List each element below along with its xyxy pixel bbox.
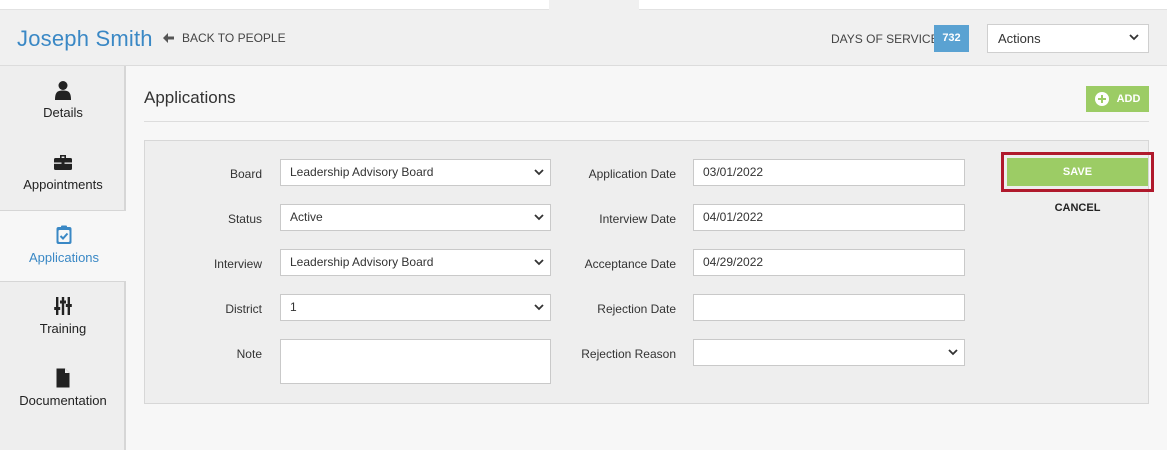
acceptance-date-value: 04/29/2022: [703, 255, 764, 269]
sidebar-item-documentation[interactable]: Documentation: [0, 354, 126, 426]
sidebar-item-label: Applications: [28, 250, 100, 265]
district-select[interactable]: 1: [280, 294, 551, 321]
sidebar: Details Appointments Applications Traini…: [0, 66, 128, 450]
status-label: Status: [227, 212, 262, 226]
sidebar-item-label: Details: [43, 105, 83, 120]
top-tab-stub: [549, 0, 639, 10]
sidebar-item-label: Training: [39, 321, 87, 336]
interview-label: Interview: [213, 257, 262, 271]
save-button[interactable]: SAVE: [1007, 158, 1148, 186]
sliders-icon: [54, 297, 72, 315]
district-label: District: [225, 302, 262, 316]
briefcase-icon: [54, 155, 72, 170]
rejection-reason-select[interactable]: [693, 339, 965, 366]
actions-dropdown-value: Actions: [998, 31, 1041, 46]
note-label: Note: [236, 347, 262, 361]
sidebar-item-appointments[interactable]: Appointments: [0, 138, 126, 210]
days-of-service-label: DAYS OF SERVICE: [831, 32, 939, 46]
chevron-down-icon: [534, 304, 544, 311]
board-select[interactable]: Leadership Advisory Board: [280, 159, 551, 186]
sidebar-item-details[interactable]: Details: [0, 66, 126, 138]
interview-date-input[interactable]: 04/01/2022: [693, 204, 965, 231]
interview-select[interactable]: Leadership Advisory Board: [280, 249, 551, 276]
interview-date-label: Interview Date: [599, 212, 676, 226]
cancel-button[interactable]: CANCEL: [1001, 202, 1154, 214]
arrow-left-icon: [163, 33, 174, 43]
sidebar-item-applications[interactable]: Applications: [0, 210, 128, 282]
sidebar-item-label: Documentation: [19, 393, 107, 408]
sidebar-item-label: Appointments: [23, 177, 103, 192]
main-content: Applications ADD Board Status Interview …: [126, 66, 1167, 450]
board-select-value: Leadership Advisory Board: [290, 165, 434, 179]
chevron-down-icon: [534, 259, 544, 266]
application-date-label: Application Date: [588, 167, 676, 181]
interview-select-value: Leadership Advisory Board: [290, 255, 434, 269]
page-header: Joseph Smith BACK TO PEOPLE DAYS OF SERV…: [0, 10, 1167, 66]
plus-circle-icon: [1094, 92, 1109, 106]
application-date-value: 03/01/2022: [703, 165, 764, 179]
application-form-panel: Board Status Interview District Note Lea…: [144, 140, 1154, 404]
page-title: Applications: [144, 88, 236, 107]
chevron-down-icon: [534, 214, 544, 221]
chevron-down-icon: [1129, 34, 1139, 41]
status-select[interactable]: Active: [280, 204, 551, 231]
rejection-date-input[interactable]: [693, 294, 965, 321]
back-to-people-label: BACK TO PEOPLE: [182, 31, 286, 45]
browser-top-strip: [0, 0, 1167, 10]
document-icon: [56, 368, 70, 388]
clipboard-check-icon: [56, 225, 72, 244]
note-textarea[interactable]: [280, 339, 551, 384]
application-date-input[interactable]: 03/01/2022: [693, 159, 965, 186]
actions-dropdown[interactable]: Actions: [987, 24, 1149, 53]
rejection-date-label: Rejection Date: [597, 302, 676, 316]
person-icon: [55, 81, 71, 100]
days-of-service-badge: 732: [934, 25, 969, 52]
district-select-value: 1: [290, 300, 297, 314]
chevron-down-icon: [534, 169, 544, 176]
person-name-title: Joseph Smith: [17, 26, 153, 51]
status-select-value: Active: [290, 210, 323, 224]
title-divider: [144, 121, 1149, 122]
board-label: Board: [229, 167, 262, 181]
save-button-highlight: SAVE: [1001, 152, 1154, 192]
add-button[interactable]: ADD: [1086, 86, 1149, 112]
sidebar-item-training[interactable]: Training: [0, 282, 126, 354]
add-button-label: ADD: [1116, 93, 1141, 105]
rejection-reason-label: Rejection Reason: [581, 347, 676, 361]
acceptance-date-input[interactable]: 04/29/2022: [693, 249, 965, 276]
interview-date-value: 04/01/2022: [703, 210, 764, 224]
acceptance-date-label: Acceptance Date: [584, 257, 676, 271]
back-to-people-link[interactable]: BACK TO PEOPLE: [163, 31, 286, 45]
chevron-down-icon: [948, 349, 958, 356]
